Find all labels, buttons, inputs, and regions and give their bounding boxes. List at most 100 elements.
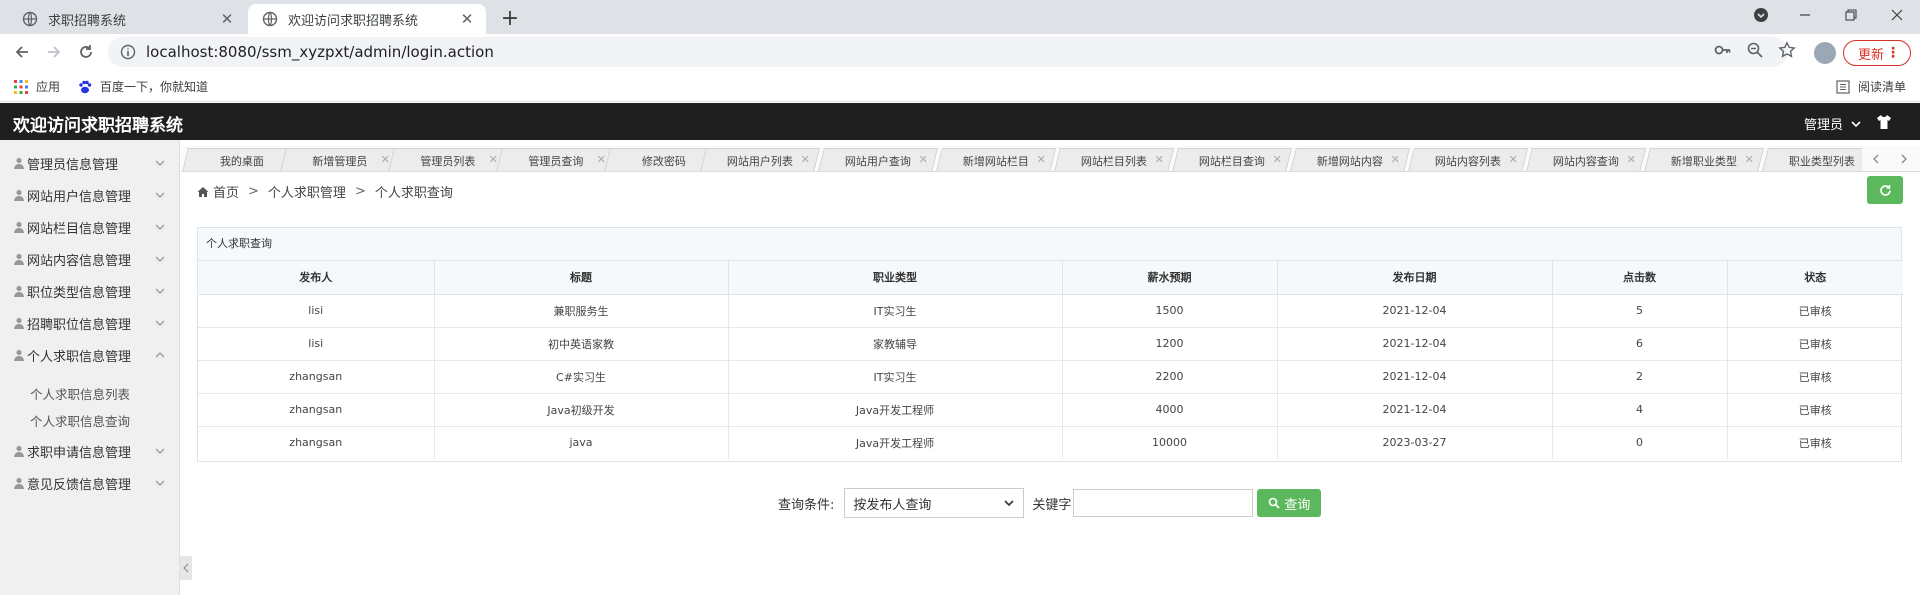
- tab-search-button[interactable]: [1738, 0, 1784, 30]
- content-tab[interactable]: 网站用户列表 ✕: [700, 148, 820, 171]
- content-tab[interactable]: 新增职业类型 ✕: [1644, 148, 1764, 171]
- star-icon[interactable]: [1778, 41, 1796, 59]
- app-title: 欢迎访问求职招聘系统: [13, 116, 183, 136]
- content-tab[interactable]: 网站内容列表 ✕: [1408, 148, 1528, 171]
- close-icon[interactable]: ✕: [919, 153, 928, 166]
- sidebar: 管理员信息管理 网站用户信息管理 网站栏目信息管理 网站内容信息管理 职位类型信…: [0, 140, 180, 595]
- info-icon[interactable]: [120, 44, 136, 60]
- browser-tab-2[interactable]: 欢迎访问求职招聘系统 ✕: [248, 4, 486, 34]
- content-tab-label: 网站用户查询: [844, 154, 911, 168]
- content-tab-label: 网站内容查询: [1552, 154, 1619, 168]
- user-icon: [14, 477, 24, 489]
- sidebar-subitem-personal-job-query[interactable]: 个人求职信息查询: [30, 411, 130, 430]
- sidebar-collapse-handle[interactable]: [180, 556, 192, 580]
- sidebar-item-admin[interactable]: 管理员信息管理: [0, 147, 180, 179]
- close-icon[interactable]: ✕: [1391, 153, 1400, 166]
- sidebar-item-label: 求职申请信息管理: [27, 445, 132, 461]
- close-icon[interactable]: ✕: [1745, 153, 1754, 166]
- bookmarks-bar: 应用 百度一下，你就知道 阅读清单: [0, 70, 1920, 102]
- close-icon[interactable]: ✕: [1037, 153, 1046, 166]
- sidebar-item-recruit-positions[interactable]: 招聘职位信息管理: [0, 307, 180, 339]
- condition-select[interactable]: 按发布人查询: [844, 488, 1025, 518]
- table-row: zhangsan java Java开发工程师 10000 2023-03-27…: [198, 426, 1903, 459]
- address-bar[interactable]: localhost:8080/ssm_xyzpxt/admin/login.ac…: [108, 37, 1788, 67]
- content-tab[interactable]: 管理员查询 ✕: [496, 148, 616, 171]
- home-icon: [197, 186, 209, 197]
- close-icon[interactable]: ✕: [216, 10, 238, 28]
- column-header: 点击数: [1552, 261, 1728, 295]
- panel-title: 个人求职查询: [198, 228, 1901, 261]
- content-tab[interactable]: 网站栏目列表 ✕: [1054, 148, 1174, 171]
- browser-tab-1[interactable]: 求职招聘系统 ✕: [8, 4, 246, 34]
- key-icon[interactable]: [1714, 41, 1732, 59]
- content-tab[interactable]: 管理员列表 ✕: [388, 148, 508, 171]
- close-icon[interactable]: ✕: [597, 153, 606, 166]
- url-text: localhost:8080/ssm_xyzpxt/admin/login.ac…: [146, 43, 494, 61]
- breadcrumb-home[interactable]: 首页: [213, 182, 239, 201]
- sidebar-item-label: 网站用户信息管理: [27, 189, 132, 205]
- sidebar-item-personal-job[interactable]: 个人求职信息管理: [0, 339, 180, 371]
- new-tab-button[interactable]: +: [496, 6, 524, 34]
- forward-button[interactable]: [40, 38, 68, 66]
- zoom-icon[interactable]: [1746, 41, 1764, 59]
- user-icon: [14, 253, 24, 265]
- user-icon: [14, 221, 24, 233]
- sidebar-item-site-columns[interactable]: 网站栏目信息管理: [0, 211, 180, 243]
- reading-list[interactable]: 阅读清单: [1836, 78, 1906, 95]
- table-cell: 1200: [1062, 327, 1278, 361]
- profile-avatar[interactable]: [1814, 42, 1836, 64]
- close-icon[interactable]: ✕: [381, 153, 390, 166]
- keyword-input[interactable]: [1073, 489, 1254, 517]
- column-header: 薪水预期: [1062, 261, 1278, 295]
- table-cell: 4: [1552, 393, 1728, 427]
- content-tab[interactable]: 新增管理员 ✕: [280, 148, 400, 171]
- sidebar-item-site-content[interactable]: 网站内容信息管理: [0, 243, 180, 275]
- arrow-left-icon: [15, 46, 28, 58]
- close-icon[interactable]: ✕: [1627, 153, 1636, 166]
- bookmark-baidu[interactable]: 百度一下，你就知道: [78, 78, 208, 95]
- sidebar-item-applications[interactable]: 求职申请信息管理: [0, 435, 180, 467]
- close-icon[interactable]: ✕: [456, 10, 478, 28]
- results-table: 发布人 标题 职业类型 薪水预期 发布日期 点击数 状态 lisi 兼职服务生 …: [198, 261, 1903, 459]
- theme-shirt-icon[interactable]: [1876, 114, 1892, 130]
- bookmark-apps[interactable]: 应用: [14, 78, 60, 95]
- content-tab[interactable]: 新增网站内容 ✕: [1290, 148, 1410, 171]
- search-button[interactable]: 查询: [1257, 489, 1322, 517]
- refresh-button[interactable]: [1867, 176, 1903, 204]
- close-icon[interactable]: ✕: [1155, 153, 1164, 166]
- sidebar-subitem-personal-job-list[interactable]: 个人求职信息列表: [30, 384, 130, 403]
- chevron-up-icon: [155, 352, 165, 358]
- close-icon[interactable]: ✕: [1273, 153, 1282, 166]
- table-cell: Java开发工程师: [728, 393, 1063, 427]
- column-header: 发布日期: [1277, 261, 1553, 295]
- sidebar-item-site-users[interactable]: 网站用户信息管理: [0, 179, 180, 211]
- content-tab[interactable]: 网站内容查询 ✕: [1526, 148, 1646, 171]
- table-cell: lisi: [198, 294, 435, 328]
- close-window-button[interactable]: [1874, 0, 1920, 30]
- table-cell: 10000: [1062, 426, 1278, 459]
- user-menu[interactable]: 管理员: [1804, 114, 1861, 133]
- content-tab[interactable]: 网站用户查询 ✕: [818, 148, 938, 171]
- table-header-row: 发布人 标题 职业类型 薪水预期 发布日期 点击数 状态: [198, 261, 1903, 295]
- reload-button[interactable]: [72, 38, 100, 66]
- content-tab-label: 网站栏目查询: [1198, 154, 1265, 168]
- sidebar-item-feedback[interactable]: 意见反馈信息管理: [0, 467, 180, 499]
- tabs-scroll-right[interactable]: [1890, 146, 1918, 171]
- minimize-button[interactable]: [1782, 0, 1828, 30]
- sidebar-item-job-types[interactable]: 职位类型信息管理: [0, 275, 180, 307]
- close-icon[interactable]: ✕: [801, 153, 810, 166]
- content-tab[interactable]: 网站栏目查询 ✕: [1172, 148, 1292, 171]
- table-cell: 5: [1552, 294, 1728, 328]
- content-tab[interactable]: 新增网站栏目 ✕: [936, 148, 1056, 171]
- update-button[interactable]: 更新 ⋮: [1843, 40, 1911, 66]
- content-tabs-bar: 我的桌面 新增管理员✕ 管理员列表✕ 管理员查询✕ 修改密码✕ 网站用户列表✕ …: [181, 146, 1920, 172]
- table-cell: 2200: [1062, 360, 1278, 394]
- table-cell: IT实习生: [728, 360, 1063, 394]
- back-button[interactable]: [8, 38, 36, 66]
- close-icon[interactable]: ✕: [489, 153, 498, 166]
- tabs-scroll-left[interactable]: [1862, 146, 1890, 171]
- column-header: 职业类型: [728, 261, 1063, 295]
- reading-list-icon: [1836, 79, 1850, 94]
- restore-button[interactable]: [1828, 0, 1874, 30]
- close-icon[interactable]: ✕: [1509, 153, 1518, 166]
